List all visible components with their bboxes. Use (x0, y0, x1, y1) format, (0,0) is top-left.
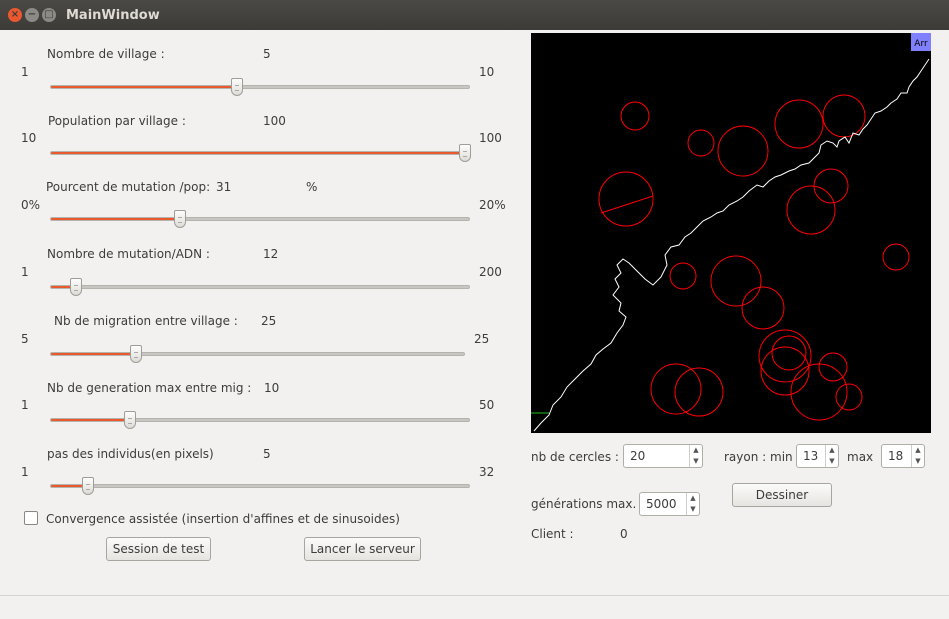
draw-button[interactable]: Dessiner (732, 483, 832, 507)
title-bar: × − □ MainWindow (0, 0, 949, 30)
window-title: MainWindow (66, 8, 160, 23)
generations-spinbox[interactable]: 5000 ▲ ▼ (639, 492, 700, 516)
start-server-button[interactable]: Lancer le serveur (304, 537, 421, 561)
slider-unit: % (306, 180, 318, 194)
slider-min: 10 (21, 131, 37, 145)
slider-label: Nombre de mutation/ADN : (47, 247, 210, 261)
agent-path (533, 58, 930, 432)
slider-max: 20% (479, 198, 506, 212)
spin-arrows-icon[interactable]: ▲ ▼ (911, 445, 924, 467)
slider-label: Pourcent de mutation /pop: (46, 180, 211, 194)
slider-value: 25 (261, 314, 277, 328)
test-session-button[interactable]: Session de test (106, 537, 211, 561)
radius-min-spinbox[interactable]: 13 ▲ ▼ (796, 444, 839, 468)
slider-label: pas des individus(en pixels) (47, 447, 214, 461)
slider-label: Nb de migration entre village : (54, 314, 238, 328)
slider-min: 5 (21, 332, 29, 346)
slider-handle[interactable] (231, 78, 243, 96)
radius-max-spinbox[interactable]: 18 ▲ ▼ (881, 444, 925, 468)
migration-slider[interactable] (50, 352, 465, 356)
slider-handle[interactable] (124, 411, 136, 429)
spin-arrows-icon[interactable]: ▲ ▼ (686, 493, 699, 515)
slider-max: 100 (479, 131, 502, 145)
population-slider[interactable] (50, 151, 470, 155)
status-bar (0, 595, 949, 619)
slider-label: Nombre de village : (47, 47, 165, 61)
obstacle-circles (598, 94, 910, 421)
slider-min: 1 (21, 265, 29, 279)
slider-value: 5 (263, 447, 271, 461)
slider-max: 200 (479, 265, 502, 279)
slider-max: 10 (479, 65, 495, 79)
slider-min: 1 (21, 465, 29, 479)
circles-label: nb de cercles : (531, 450, 619, 464)
slider-value: 12 (263, 247, 279, 261)
slider-label: Population par village : (48, 114, 186, 128)
mutation-dna-slider[interactable] (50, 285, 470, 289)
arrival-label: Arr (914, 39, 928, 49)
convergence-checkbox[interactable] (24, 511, 38, 525)
radius-min-label: rayon : min (724, 450, 793, 464)
slider-min: 1 (21, 65, 29, 79)
generation-slider[interactable] (50, 418, 470, 422)
slider-value: 5 (263, 47, 271, 61)
mutation-percent-slider[interactable] (50, 217, 470, 221)
slider-label: Nb de generation max entre mig : (47, 381, 252, 395)
client-value: 0 (620, 527, 628, 541)
spin-arrows-icon[interactable]: ▲ ▼ (825, 445, 838, 467)
slider-max: 50 (479, 398, 495, 412)
close-icon[interactable]: × (8, 8, 22, 22)
slider-handle[interactable] (459, 144, 471, 162)
slider-max: 25 (474, 332, 490, 346)
minimize-icon[interactable]: − (25, 8, 39, 22)
slider-handle[interactable] (82, 477, 94, 495)
slider-handle[interactable] (130, 345, 142, 363)
slider-handle[interactable] (174, 210, 186, 228)
circles-spinbox[interactable]: 20 ▲ ▼ (623, 444, 703, 468)
slider-max: 32 (479, 465, 495, 479)
generations-label: générations max. (531, 497, 637, 511)
client-label: Client : (531, 527, 574, 541)
slider-handle[interactable] (70, 278, 82, 296)
convergence-label: Convergence assistée (insertion d'affine… (46, 512, 400, 526)
radius-max-label: max (847, 450, 874, 464)
generations-value: 5000 (646, 497, 677, 511)
simulation-canvas: Arr (531, 33, 931, 433)
maximize-icon[interactable]: □ (42, 8, 56, 22)
radius-min-value: 13 (803, 449, 819, 463)
main-window: × − □ MainWindow Nombre de village : 5 1… (0, 0, 949, 619)
canvas-drawing: Arr (531, 33, 931, 432)
step-slider[interactable] (50, 484, 470, 488)
slider-value: 31 (216, 180, 232, 194)
slider-value: 10 (264, 381, 280, 395)
circles-value: 20 (630, 449, 646, 463)
slider-min: 1 (21, 398, 29, 412)
slider-min: 0% (21, 198, 41, 212)
village-count-slider[interactable] (50, 85, 470, 89)
radius-max-value: 18 (888, 449, 904, 463)
spin-arrows-icon[interactable]: ▲ ▼ (689, 445, 702, 467)
slider-value: 100 (263, 114, 286, 128)
